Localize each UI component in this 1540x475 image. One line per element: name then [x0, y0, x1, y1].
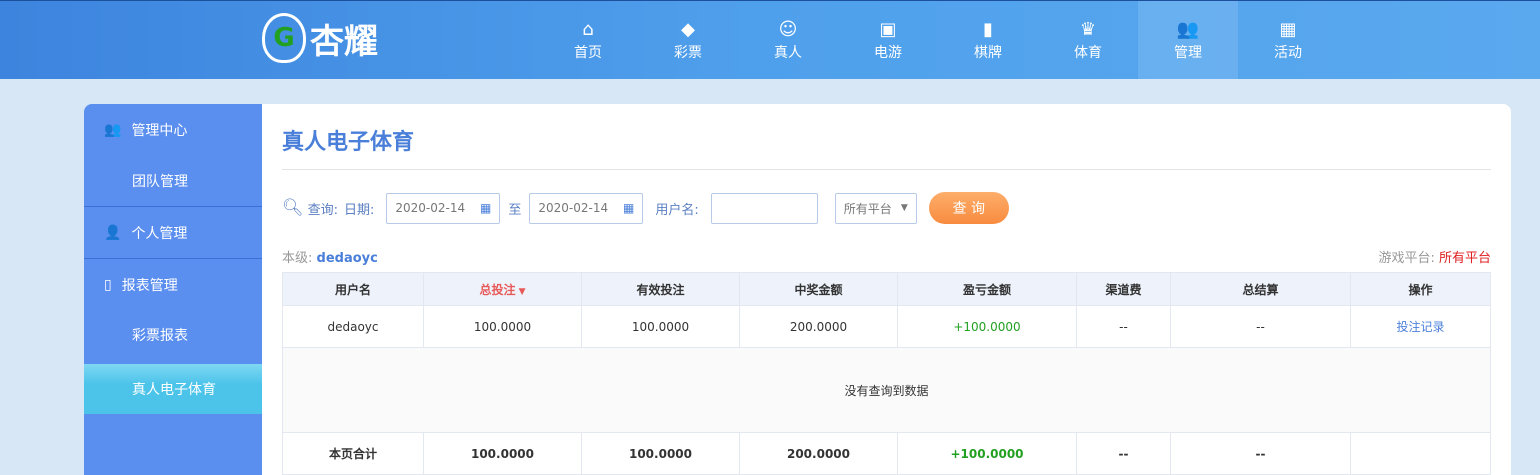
sort-desc-icon: ▼: [515, 286, 526, 297]
table-cell: 100.0000: [581, 305, 740, 348]
sidebar: 👥 管理中心 团队管理 👤 个人管理 ▯ 报表管理 彩票报表 真人电子体育: [84, 104, 262, 475]
home-icon: ⌂: [582, 19, 594, 40]
report-icon: ▯: [104, 276, 112, 293]
nav-cards[interactable]: ▮ 棋牌: [938, 1, 1038, 79]
table-cell: 200.0000: [739, 432, 898, 475]
date-to-input[interactable]: 2020-02-14 ▦: [529, 192, 644, 224]
query-button[interactable]: 查 询: [928, 192, 1009, 224]
users-icon: 👥: [1176, 19, 1200, 40]
top-bar: G 杏耀 ⌂ 首页 ◆ 彩票 ☺ 真人 ▣ 电游 ▮ 棋牌 ♛ 体育 👥 管理 ▦ 活动: [0, 0, 1540, 79]
date-from-input[interactable]: 2020-02-14 ▦: [386, 192, 501, 224]
column-header: 渠道费: [1076, 272, 1171, 306]
nav-users[interactable]: 👥 管理: [1138, 1, 1238, 79]
query-bar: 🔍︎ 查询: 日期: 2020-02-14 ▦ 至 2020-02-14 ▦ 用户名…: [282, 192, 1009, 224]
slot-icon: ▣: [879, 19, 897, 40]
empty-row: 没有查询到数据: [282, 347, 1491, 433]
column-header: 中奖金额: [739, 272, 898, 306]
main-nav: ⌂ 首页 ◆ 彩票 ☺ 真人 ▣ 电游 ▮ 棋牌 ♛ 体育 👥 管理 ▦ 活动: [538, 1, 1338, 79]
divider: [282, 169, 1491, 170]
table-cell: 100.0000: [581, 432, 740, 475]
users-icon: 👥: [104, 122, 122, 138]
chevron-down-icon: ▼: [900, 203, 908, 213]
main-panel: 真人电子体育 🔍︎ 查询: 日期: 2020-02-14 ▦ 至 2020-02-…: [262, 104, 1511, 475]
gift-icon: ▦: [1279, 19, 1297, 40]
report-table: 用户名 总投注 ▼ 有效投注 中奖金额 盈亏金额 渠道费 总结算 操作 dedaoyc 100.…: [282, 272, 1491, 475]
table-cell: --: [1170, 305, 1351, 348]
nav-ticket[interactable]: ◆ 彩票: [638, 1, 738, 79]
user-icon: 👤: [104, 224, 122, 241]
sidebar-item-live-sports[interactable]: 真人电子体育: [84, 364, 262, 414]
ticket-icon: ◆: [681, 19, 695, 40]
table-cell: dedaoyc: [282, 305, 424, 348]
trophy-icon: ♛: [1079, 19, 1097, 40]
table-cell: 100.0000: [423, 305, 582, 348]
calendar-icon: ▦: [623, 201, 635, 215]
platform-info: 游戏平台: 所有平台: [1378, 251, 1491, 266]
nav-gift[interactable]: ▦ 活动: [1238, 1, 1338, 79]
sidebar-item-reports[interactable]: ▯ 报表管理: [84, 258, 262, 310]
page-title: 真人电子体育: [282, 130, 415, 155]
table-cell: +100.0000: [897, 305, 1077, 348]
logo[interactable]: G 杏耀: [262, 13, 378, 63]
column-header: 用户名: [282, 272, 424, 306]
calendar-icon: ▦: [480, 201, 492, 215]
nav-dealer[interactable]: ☺ 真人: [738, 1, 838, 79]
cards-icon: ▮: [983, 19, 993, 40]
nav-slot[interactable]: ▣ 电游: [838, 1, 938, 79]
table-cell: 200.0000: [739, 305, 898, 348]
total-row: 本页合计 100.0000 100.0000 200.0000 +100.0000 -- -…: [282, 432, 1491, 475]
sidebar-item-personal[interactable]: 👤 个人管理: [84, 206, 262, 258]
column-header: 有效投注: [581, 272, 740, 306]
nav-home[interactable]: ⌂ 首页: [538, 1, 638, 79]
table-cell: [1350, 432, 1491, 475]
table-row: dedaoyc 100.0000 100.0000 200.0000 +100.0000…: [282, 305, 1491, 348]
username-input[interactable]: [710, 192, 818, 224]
platform-select[interactable]: 所有平台 ▼: [834, 192, 917, 224]
table-cell: 本页合计: [282, 432, 424, 475]
sidebar-item-management-center[interactable]: 👥 管理中心: [84, 104, 262, 156]
search-icon: 🔍︎: [282, 198, 304, 218]
table-cell: 100.0000: [423, 432, 582, 475]
table-cell: +100.0000: [897, 432, 1077, 475]
table-cell: --: [1170, 432, 1351, 475]
column-header: 盈亏金额: [897, 272, 1077, 306]
sidebar-item-lottery-report[interactable]: 彩票报表: [84, 310, 262, 360]
nav-trophy[interactable]: ♛ 体育: [1038, 1, 1138, 79]
table-cell: --: [1076, 432, 1171, 475]
level-info: 本级: dedaoyc: [282, 251, 378, 266]
column-header: 总结算: [1170, 272, 1351, 306]
table-cell: --: [1076, 305, 1171, 348]
column-header: 操作: [1350, 272, 1491, 306]
dealer-icon: ☺: [778, 19, 798, 40]
column-header[interactable]: 总投注 ▼: [423, 272, 582, 306]
sidebar-item-team[interactable]: 团队管理: [84, 156, 262, 206]
bet-record-link[interactable]: 投注记录: [1350, 305, 1491, 348]
